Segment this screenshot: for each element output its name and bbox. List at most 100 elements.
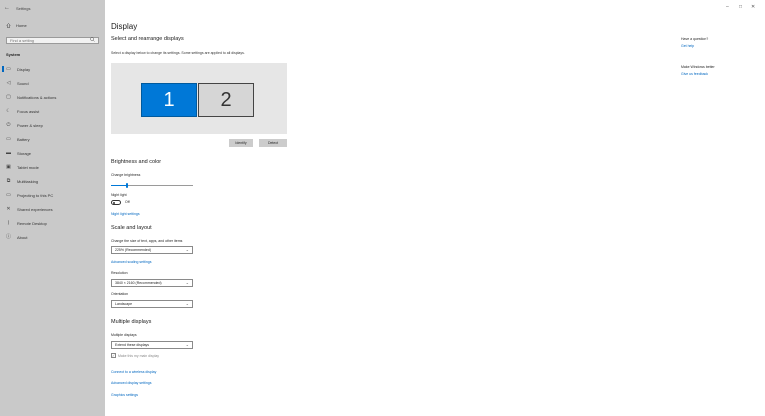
sidebar-item-label: Sound [17, 80, 29, 86]
wireless-display-link[interactable]: Connect to a wireless display [111, 370, 156, 374]
sidebar-item-label: Multitasking [17, 178, 39, 184]
scale-heading: Scale and layout [111, 225, 152, 231]
minimize-icon[interactable]: – [726, 4, 729, 10]
night-light-settings-link[interactable]: Night light settings [111, 212, 140, 216]
moon-icon: ☾ [6, 107, 11, 114]
scale-select-value: 225% (Recommended) [115, 248, 151, 252]
sidebar-item-multitasking[interactable]: ⧉ Multitasking [0, 176, 105, 186]
power-icon: ⏻ [6, 121, 11, 128]
main-display-label: Make this my main display [118, 353, 160, 358]
graphics-settings-link[interactable]: Graphics settings [111, 393, 138, 397]
monitor-2[interactable]: 2 [198, 83, 254, 117]
sidebar-section-system: System [6, 52, 21, 57]
size-label: Change the size of text, apps, and other… [111, 239, 183, 243]
sidebar-item-label: Power & sleep [17, 122, 43, 128]
sidebar-item-sound[interactable]: ◁ Sound [0, 78, 105, 88]
close-icon[interactable]: ✕ [751, 4, 755, 10]
sidebar-item-label: Notifications & actions [17, 94, 57, 100]
monitor-icon: ▭ [6, 65, 11, 72]
home-label: Home [16, 23, 27, 28]
sidebar-item-notifications-actions[interactable]: ▢ Notifications & actions [0, 92, 105, 102]
get-help-link[interactable]: Get help [681, 44, 694, 48]
orientation-select-value: Landscape [115, 302, 133, 306]
tablet-icon: ▣ [6, 163, 11, 170]
arrange-description: Select a display below to change its set… [111, 51, 245, 55]
brightness-heading: Brightness and color [111, 159, 162, 165]
home-icon [6, 23, 11, 28]
sidebar-item-label: Battery [17, 136, 30, 142]
chevron-down-icon: ⌄ [185, 247, 189, 252]
sidebar-item-label: Tablet mode [17, 164, 39, 170]
sidebar-item-focus-assist[interactable]: ☾ Focus assist [0, 106, 105, 116]
back-arrow-icon[interactable]: ← [4, 4, 10, 12]
sidebar-item-about[interactable]: ⓘ About [0, 232, 105, 242]
advanced-scaling-link[interactable]: Advanced scaling settings [111, 260, 151, 264]
identify-button[interactable]: Identify [229, 139, 253, 147]
slider-fill [111, 185, 128, 186]
toggle-knob [113, 202, 115, 204]
sidebar-item-shared-experiences[interactable]: ✕ Shared experiences [0, 204, 105, 214]
night-light-toggle[interactable] [111, 200, 121, 205]
detect-button[interactable]: Detect [259, 139, 287, 147]
orientation-label: Orientation [111, 292, 129, 296]
resolution-select[interactable]: 3840 × 2160 (Recommended) ⌄ [111, 279, 193, 287]
advanced-display-link[interactable]: Advanced display settings [111, 381, 151, 385]
brightness-slider[interactable] [111, 183, 193, 188]
remote-icon: ⟩ [7, 219, 10, 226]
shared-icon: ✕ [6, 205, 11, 212]
page-title: Display [111, 22, 138, 31]
orientation-select[interactable]: Landscape ⌄ [111, 300, 193, 308]
sidebar-item-power-sleep[interactable]: ⏻ Power & sleep [0, 120, 105, 130]
sidebar-item-label: Projecting to this PC [17, 192, 54, 198]
arrange-heading: Select and rearrange displays [111, 36, 184, 42]
night-light-label: Night light [111, 193, 127, 197]
feedback-heading: Make Windows better [681, 65, 715, 69]
sidebar-item-label: Storage [17, 150, 32, 156]
sidebar-item-display[interactable]: ▭ Display [0, 64, 105, 74]
multiple-displays-select[interactable]: Extend these displays ⌄ [111, 341, 193, 349]
multiple-displays-label: Multiple displays [111, 333, 137, 337]
multiple-displays-value: Extend these displays [115, 343, 150, 347]
title-bar: ← Settings [4, 4, 30, 12]
search-box[interactable] [6, 37, 99, 44]
sidebar-item-storage[interactable]: ▬ Storage [0, 148, 105, 158]
feedback-link[interactable]: Give us feedback [681, 72, 708, 76]
projecting-icon: ▭ [6, 191, 11, 198]
speaker-icon: ◁ [6, 79, 11, 86]
chevron-down-icon: ⌄ [185, 301, 189, 306]
sidebar: ← Settings Home System ▭ Display ◁ Sound ▢ No… [0, 0, 105, 416]
search-input[interactable] [10, 38, 90, 43]
sidebar-item-battery[interactable]: ▭ Battery [0, 134, 105, 144]
storage-icon: ▬ [6, 149, 11, 156]
scale-select[interactable]: 225% (Recommended) ⌄ [111, 246, 193, 254]
search-icon [90, 37, 95, 44]
app-name: Settings [16, 5, 31, 11]
multitasking-icon: ⧉ [6, 177, 11, 184]
resolution-label: Resolution [111, 271, 128, 275]
main-display-row: ✓ Make this my main display [111, 353, 159, 358]
sidebar-item-projecting-to-this-pc[interactable]: ▭ Projecting to this PC [0, 190, 105, 200]
display-arrangement-area[interactable]: 1 2 [111, 63, 287, 134]
resolution-select-value: 3840 × 2160 (Recommended) [115, 281, 162, 285]
notification-icon: ▢ [6, 93, 11, 100]
related-panel: – □ ✕ Have a question? Get help Make Win… [681, 0, 761, 120]
main-content: Display Select and rearrange displays Se… [111, 0, 651, 416]
sidebar-item-label: Remote Desktop [17, 220, 47, 226]
sidebar-item-label: Display [17, 66, 31, 72]
maximize-icon[interactable]: □ [739, 4, 742, 10]
sidebar-item-label: About [17, 234, 28, 240]
sidebar-item-label: Focus assist [17, 108, 40, 114]
sidebar-item-remote-desktop[interactable]: ⟩ Remote Desktop [0, 218, 105, 228]
main-display-checkbox[interactable]: ✓ [111, 353, 116, 358]
night-light-state: Off [125, 200, 130, 204]
monitor-1[interactable]: 1 [141, 83, 197, 117]
chevron-down-icon: ⌄ [185, 342, 189, 347]
sidebar-item-label: Shared experiences [17, 206, 53, 212]
question-heading: Have a question? [681, 37, 709, 41]
sidebar-item-tablet-mode[interactable]: ▣ Tablet mode [0, 162, 105, 172]
multiple-displays-heading: Multiple displays [111, 319, 152, 325]
home-nav-item[interactable]: Home [6, 23, 27, 28]
info-icon: ⓘ [6, 233, 12, 240]
brightness-label: Change brightness [111, 173, 141, 177]
battery-icon: ▭ [6, 135, 11, 142]
